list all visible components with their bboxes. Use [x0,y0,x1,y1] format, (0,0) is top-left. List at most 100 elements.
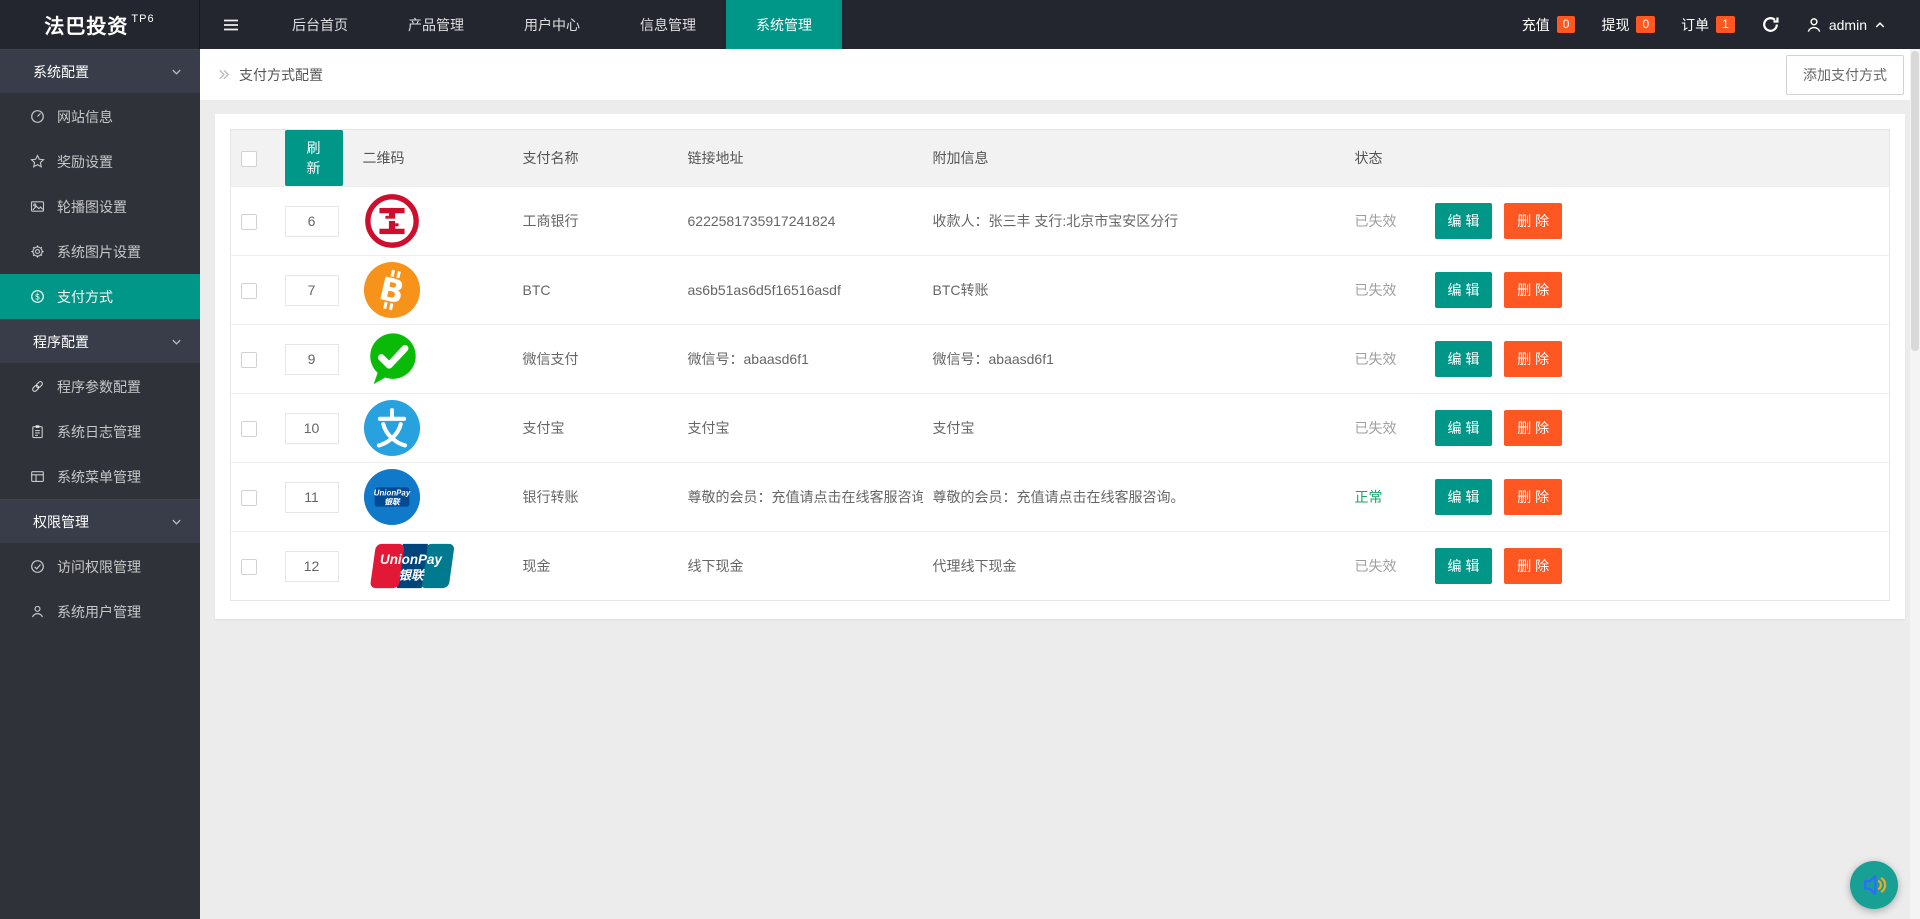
svg-text:$: $ [35,292,40,302]
payment-table-card: 刷 新 二维码 支付名称 链接地址 附加信息 状态 [215,114,1905,619]
row-checkbox[interactable] [241,490,257,506]
svg-text:银联: 银联 [398,568,424,582]
scrollbar-thumb[interactable] [1911,51,1919,351]
sidebar-item[interactable]: 奖励设置 [0,139,200,184]
payment-name: 银行转账 [513,463,678,532]
sidebar-item[interactable]: 系统图片设置 [0,229,200,274]
breadcrumb-bar: 支付方式配置 添加支付方式 [200,49,1920,101]
sound-fab-button[interactable] [1850,861,1898,909]
delete-button[interactable]: 删 除 [1504,341,1562,377]
quick-link[interactable]: 提现 0 [1601,15,1655,35]
user-icon [1806,17,1822,33]
row-checkbox[interactable] [241,352,257,368]
sidebar-item[interactable]: $ 支付方式 [0,274,200,319]
wechat-logo [363,328,421,390]
sort-id-input[interactable] [285,344,339,375]
row-checkbox[interactable] [241,283,257,299]
sidebar-item[interactable]: 系统用户管理 [0,589,200,634]
delete-button[interactable]: 删 除 [1504,410,1562,446]
sort-id-input[interactable] [285,551,339,582]
person-icon [30,604,47,620]
row-checkbox[interactable] [241,421,257,437]
gear-icon [30,244,47,260]
delete-button[interactable]: 删 除 [1504,548,1562,584]
top-bar-right: 充值 0 提现 0 订单 1 admin [1522,0,1920,49]
payment-name: 现金 [513,532,678,601]
clipboard-icon [30,424,47,440]
nav-tab[interactable]: 用户中心 [494,0,610,49]
count-badge: 0 [1636,16,1655,33]
username: admin [1829,17,1867,33]
add-payment-button[interactable]: 添加支付方式 [1786,55,1904,95]
count-badge: 1 [1716,16,1735,33]
sort-id-input[interactable] [285,413,339,444]
quick-link[interactable]: 充值 0 [1522,15,1576,35]
status-text: 已失效 [1355,420,1397,436]
status-text: 已失效 [1355,558,1397,574]
row-checkbox[interactable] [241,214,257,230]
nav-tab[interactable]: 产品管理 [378,0,494,49]
sidebar-group[interactable]: 权限管理 [0,499,200,544]
svg-text:UnionPay: UnionPay [380,552,443,567]
refresh-icon[interactable] [1761,15,1780,34]
delete-button[interactable]: 删 除 [1504,203,1562,239]
sidebar-item[interactable]: 系统菜单管理 [0,454,200,499]
star-icon [30,154,47,170]
col-header-qrcode: 二维码 [353,130,513,187]
payment-extra: 支付宝 [923,394,1345,463]
page-title: 支付方式配置 [239,65,323,85]
edit-button[interactable]: 编 辑 [1435,410,1493,446]
col-header-extra: 附加信息 [923,130,1345,187]
payment-name: 支付宝 [513,394,678,463]
sidebar-group[interactable]: 系统配置 [0,49,200,94]
sort-id-input[interactable] [285,482,339,513]
delete-button[interactable]: 删 除 [1504,272,1562,308]
sort-id-input[interactable] [285,275,339,306]
edit-button[interactable]: 编 辑 [1435,479,1493,515]
table-header-row: 刷 新 二维码 支付名称 链接地址 附加信息 状态 [231,130,1890,187]
breadcrumb: 支付方式配置 [216,65,323,85]
status-text: 正常 [1355,489,1383,505]
table-row: UnionPay银联 现金 线下现金 代理线下现金 已失效 编 辑 删 除 [231,532,1890,601]
user-menu[interactable]: admin [1806,17,1886,33]
quick-link-label: 提现 [1601,15,1629,35]
delete-button[interactable]: 删 除 [1504,479,1562,515]
top-nav: 后台首页 产品管理 用户中心 信息管理 系统管理 [262,0,842,49]
sidebar-item[interactable]: 网站信息 [0,94,200,139]
payment-name: BTC [513,256,678,325]
nav-tab[interactable]: 系统管理 [726,0,842,49]
payment-name: 工商银行 [513,187,678,256]
edit-button[interactable]: 编 辑 [1435,341,1493,377]
payment-extra: 代理线下现金 [923,532,1345,601]
edit-button[interactable]: 编 辑 [1435,272,1493,308]
sort-id-input[interactable] [285,206,339,237]
unionpay-card-logo: UnionPay银联 [363,535,459,597]
col-header-link: 链接地址 [678,130,923,187]
payment-extra: 尊敬的会员：充值请点击在线客服咨询。 [923,463,1345,532]
table-row: 支付宝 支付宝 支付宝 已失效 编 辑 删 除 [231,394,1890,463]
nav-tab[interactable]: 后台首页 [262,0,378,49]
sidebar-item[interactable]: 访问权限管理 [0,544,200,589]
sidebar-entry-label: 程序参数配置 [57,377,141,397]
edit-button[interactable]: 编 辑 [1435,548,1493,584]
sidebar-item[interactable]: 轮播图设置 [0,184,200,229]
row-checkbox[interactable] [241,559,257,575]
select-all-checkbox[interactable] [241,151,257,167]
sidebar-item[interactable]: 系统日志管理 [0,409,200,454]
alipay-logo [363,397,421,459]
sidebar-item[interactable]: 程序参数配置 [0,364,200,409]
sidebar-group[interactable]: 程序配置 [0,319,200,364]
table-row: 微信支付 微信号：abaasd6f1 微信号：abaasd6f1 已失效 编 辑… [231,325,1890,394]
chevron-down-icon [171,66,182,77]
edit-button[interactable]: 编 辑 [1435,203,1493,239]
hamburger-menu-icon[interactable] [200,0,262,49]
payment-extra: 微信号：abaasd6f1 [923,325,1345,394]
col-header-status: 状态 [1345,130,1425,187]
quick-link[interactable]: 订单 1 [1681,15,1735,35]
app-logo-text: 法巴投资 [44,10,128,39]
chevron-down-icon [171,516,182,527]
nav-tab[interactable]: 信息管理 [610,0,726,49]
refresh-button[interactable]: 刷 新 [285,130,343,186]
top-bar: 法巴投资 TP6 后台首页 产品管理 用户中心 信息管理 系统管理 [0,0,1920,49]
sidebar-entry-label: 访问权限管理 [57,557,141,577]
